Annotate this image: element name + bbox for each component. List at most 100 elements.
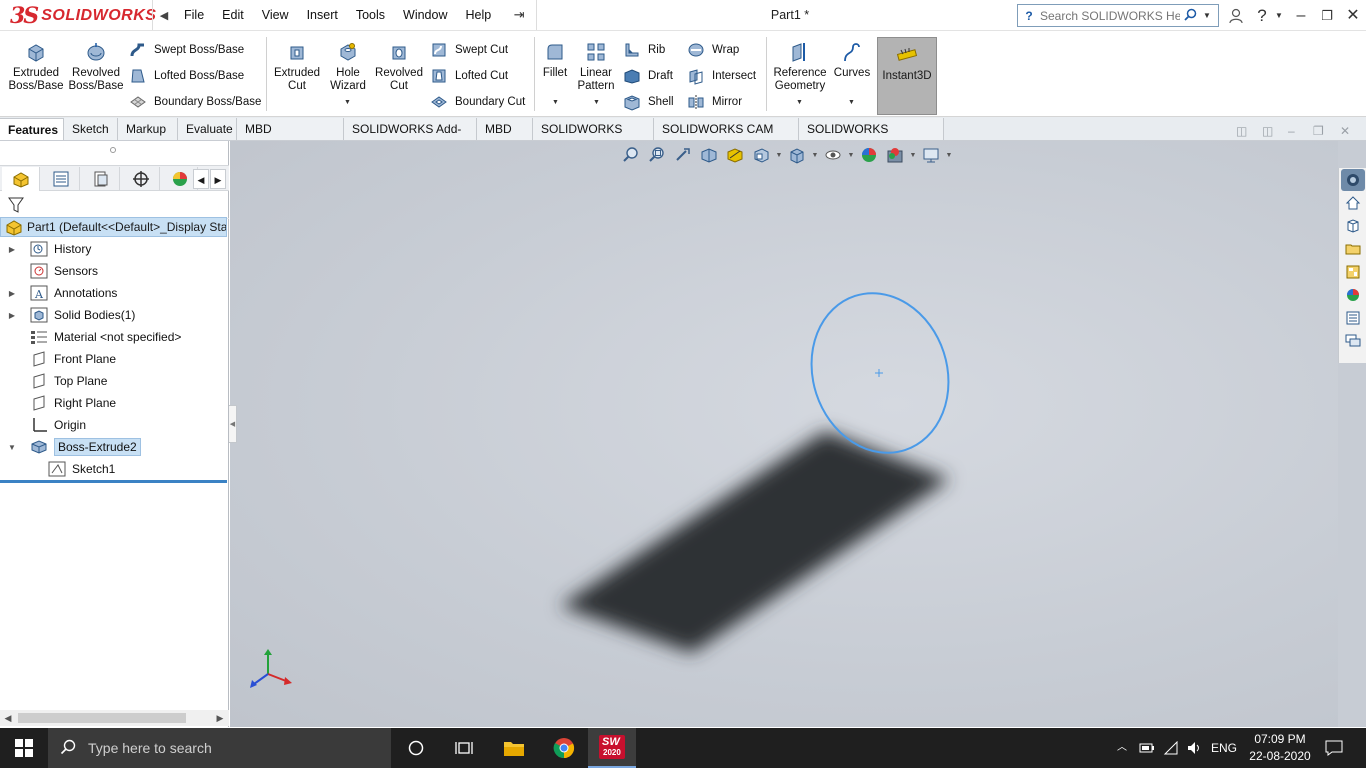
wrap-button[interactable]: Wrap [686,39,739,61]
windows-start-icon[interactable] [0,728,48,768]
search-dropdown-icon[interactable]: ▼ [1200,11,1214,20]
tab-sketch[interactable]: Sketch [64,118,118,140]
extruded-cut-button[interactable]: Extruded Cut [270,41,324,93]
lofted-cut-button[interactable]: Lofted Cut [429,65,508,87]
doc-next-icon[interactable]: ◫ [1262,124,1273,138]
tab-solidworks-cam-tbm[interactable]: SOLIDWORKS CAM TBM [654,118,799,158]
hide-show-dropdown-icon[interactable]: ▼ [846,152,856,159]
view-orientation-dropdown-icon[interactable]: ▼ [774,152,784,159]
tabs-scroll-right-icon[interactable]: ▶ [210,169,226,189]
menu-help[interactable]: Help [457,0,501,30]
view-settings-icon[interactable] [918,144,944,166]
help-dropdown-icon[interactable]: ▼ [1272,0,1286,31]
tree-root-part[interactable]: Part1 (Default<<Default>_Display State-1… [0,217,227,237]
rib-button[interactable]: Rib [622,39,665,61]
dynamic-annotation-icon[interactable] [722,144,748,166]
file-explorer-icon[interactable] [1341,238,1365,260]
apply-scene-dropdown-icon[interactable]: ▼ [908,152,918,159]
tree-item-right-plane[interactable]: Right Plane [6,393,116,413]
restore-icon[interactable]: ❐ [1316,0,1338,31]
tab-features[interactable]: Features [0,118,64,140]
rollback-bar[interactable] [0,480,227,483]
solidworks-resources-icon[interactable] [1341,169,1365,191]
volume-icon[interactable] [1184,728,1206,768]
display-style-dropdown-icon[interactable]: ▼ [810,152,820,159]
tree-item-origin[interactable]: Origin [6,415,86,435]
dimxpert-manager-tab-icon[interactable] [122,167,160,191]
chrome-icon[interactable] [540,728,588,768]
tree-item-solid-bodies[interactable]: ▶ Solid Bodies(1) [6,305,135,325]
network-icon[interactable] [1160,728,1182,768]
instant3d-button[interactable]: Instant3D [877,37,937,115]
property-manager-tab-icon[interactable] [42,167,80,191]
doc-previous-icon[interactable]: ◫ [1236,124,1247,138]
configuration-manager-tab-icon[interactable] [82,167,120,191]
panel-grip-icon[interactable] [110,147,116,153]
taskbar-clock[interactable]: 07:09 PM 22-08-2020 [1240,731,1320,765]
expand-arrow-icon[interactable]: ▶ [6,311,18,320]
tab-solidworks-add-ins[interactable]: SOLIDWORKS Add-Ins [344,118,477,158]
design-library-icon[interactable] [1341,215,1365,237]
tree-horizontal-scrollbar[interactable]: ◀ ▶ [0,710,229,726]
display-style-icon[interactable] [784,144,810,166]
tab-mbd-dimensions[interactable]: MBD Dimensions [237,118,344,158]
tree-item-top-plane[interactable]: Top Plane [6,371,107,391]
filter-icon[interactable] [7,196,25,217]
reference-geometry-button[interactable]: Reference Geometry [770,41,830,93]
tree-item-material[interactable]: Material <not specified> [6,327,181,347]
tree-item-front-plane[interactable]: Front Plane [6,349,116,369]
custom-properties-icon[interactable] [1341,307,1365,329]
search-icon[interactable] [1180,8,1200,24]
menu-tools[interactable]: Tools [347,0,394,30]
help-icon[interactable]: ? [1252,0,1272,31]
mirror-button[interactable]: Mirror [686,91,742,113]
curves-dropdown-icon[interactable]: ▼ [848,99,855,106]
forum-icon[interactable] [1341,330,1365,352]
tab-solidworks-inspection[interactable]: SOLIDWORKS Inspection [799,118,944,158]
taskbar-search-box[interactable]: Type here to search [48,728,391,768]
curves-button[interactable]: Curves [832,41,872,80]
user-icon[interactable] [1226,0,1246,31]
panel-collapse-handle[interactable]: ◀ [229,405,237,443]
menu-view[interactable]: View [253,0,298,30]
section-view-icon[interactable] [696,144,722,166]
lofted-boss-button[interactable]: Lofted Boss/Base [128,65,244,87]
tab-evaluate[interactable]: Evaluate [178,118,237,140]
language-indicator[interactable]: ENG [1208,728,1240,768]
scroll-thumb[interactable] [18,713,186,723]
scroll-right-icon[interactable]: ▶ [212,710,228,726]
doc-minimize-icon[interactable]: ‒ [1288,124,1295,138]
view-orientation-icon[interactable] [748,144,774,166]
tab-markup[interactable]: Markup [118,118,178,140]
doc-restore-icon[interactable]: ❐ [1313,124,1324,138]
menu-file[interactable]: File [175,0,213,30]
notifications-icon[interactable] [1320,728,1348,768]
apply-scene-icon[interactable] [882,144,908,166]
collapse-arrow-icon[interactable]: ▼ [6,443,18,452]
menu-insert[interactable]: Insert [298,0,347,30]
tab-mbd[interactable]: MBD [477,118,533,140]
solidworks-taskbar-icon[interactable]: SW 2020 [588,728,636,768]
revolved-boss-button[interactable]: Revolved Boss/Base [68,41,124,93]
boundary-cut-button[interactable]: Boundary Cut [429,91,525,113]
fillet-button[interactable]: Fillet [538,41,572,80]
tree-item-sketch1[interactable]: Sketch1 [48,459,115,479]
draft-button[interactable]: Draft [622,65,673,87]
tree-item-history[interactable]: ▶ History [6,239,91,259]
graphics-area[interactable] [230,141,1338,727]
feature-manager-tab-icon[interactable] [2,167,40,191]
fillet-dropdown-icon[interactable]: ▼ [552,99,559,106]
boundary-boss-button[interactable]: Boundary Boss/Base [128,91,261,113]
menu-window[interactable]: Window [394,0,456,30]
model-view[interactable] [230,141,1338,727]
scroll-left-icon[interactable]: ◀ [0,710,16,726]
revolved-cut-button[interactable]: Revolved Cut [372,41,426,93]
task-view-icon[interactable] [440,728,488,768]
battery-icon[interactable] [1136,728,1158,768]
tree-item-sensors[interactable]: Sensors [6,261,98,281]
view-palette-icon[interactable] [1341,261,1365,283]
pin-icon[interactable]: ⇥ [508,7,530,23]
extruded-boss-button[interactable]: Extruded Boss/Base [8,41,64,93]
hole-wizard-button[interactable]: Hole Wizard [326,41,370,93]
doc-close-icon[interactable]: ✕ [1340,124,1350,138]
